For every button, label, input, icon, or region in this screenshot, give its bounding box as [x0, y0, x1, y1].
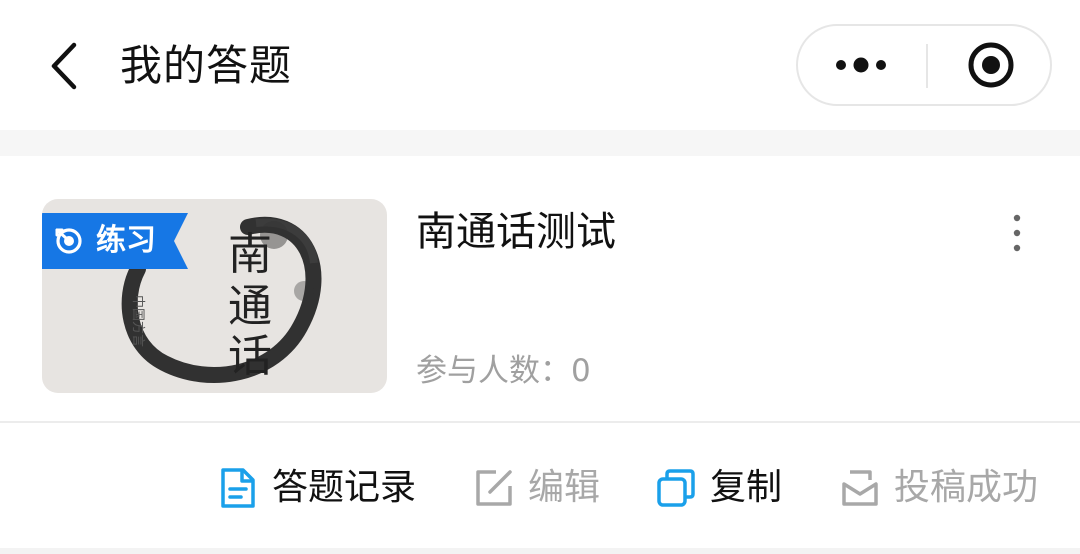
practice-tag: 练习: [42, 213, 188, 269]
more-button[interactable]: [798, 26, 924, 104]
edit-label: 编辑: [528, 467, 601, 508]
submit-status-label: 投稿成功: [894, 467, 1039, 508]
tag-label: 练习: [96, 223, 156, 258]
participant-count: 参与人数：0: [416, 353, 591, 389]
quiz-title[interactable]: 南通话测试: [416, 206, 616, 258]
copy-icon: [657, 469, 695, 507]
copy-label: 复制: [710, 467, 783, 508]
page-title: 我的答题: [120, 41, 293, 90]
answer-record-label: 答题记录: [272, 467, 417, 508]
card-menu-button[interactable]: [1000, 208, 1034, 258]
nav-bar: 我的答题: [0, 0, 1080, 130]
thumb-subtext: 中国方言: [130, 295, 146, 347]
thumb-char-1: 南: [228, 229, 272, 280]
back-button[interactable]: [34, 34, 94, 98]
submit-box-icon: [842, 470, 878, 506]
thumb-char-3: 话: [228, 331, 272, 382]
kebab-icon: [1013, 214, 1021, 252]
document-icon: [221, 468, 255, 508]
target-icon: [55, 228, 82, 254]
answer-record-button[interactable]: 答题记录: [218, 462, 416, 514]
copy-button[interactable]: 复制: [656, 462, 782, 514]
divider: [0, 421, 1080, 423]
thumb-char-2: 通: [228, 281, 272, 332]
quiz-thumbnail[interactable]: 南 通 话 中国方言 练习: [42, 199, 387, 393]
mini-program-capsule: [796, 24, 1052, 106]
bottom-gap: [0, 548, 1080, 554]
back-arrow-icon: [51, 42, 77, 90]
more-dots-icon: [836, 57, 886, 73]
section-gap: [0, 130, 1080, 156]
submit-status-button[interactable]: 投稿成功: [840, 462, 1038, 514]
close-circle-icon: [968, 42, 1014, 88]
edit-button[interactable]: 编辑: [474, 462, 600, 514]
close-button[interactable]: [928, 26, 1054, 104]
edit-icon: [476, 470, 512, 506]
